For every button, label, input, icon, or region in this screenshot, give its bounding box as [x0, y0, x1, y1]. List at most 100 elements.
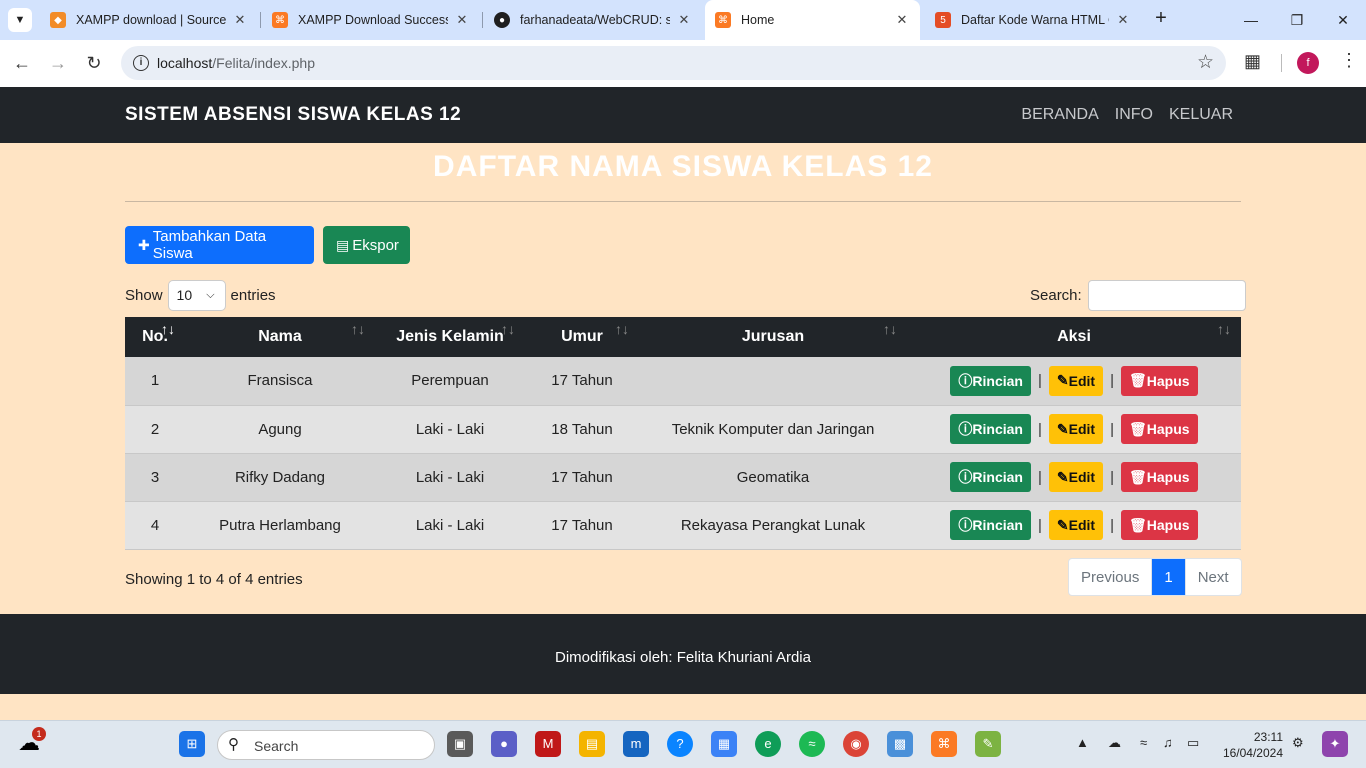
delete-button[interactable]: 🗑 Hapus: [1121, 365, 1198, 396]
delete-button[interactable]: 🗑 Hapus: [1121, 462, 1198, 492]
col-header-umur[interactable]: Umur ↑↓: [525, 317, 639, 357]
pagination-page-1[interactable]: 1: [1152, 559, 1186, 595]
info-icon[interactable]: i: [133, 55, 149, 71]
browser-tab-strip: ▼ ◆ XAMPP download | SourceF ✕ ⌘ XAMPP D…: [0, 0, 1366, 40]
reload-button[interactable]: ↻: [82, 51, 106, 75]
store-icon[interactable]: ▦: [711, 731, 737, 757]
col-header-no[interactable]: No. ↑↓: [125, 317, 185, 357]
url-text[interactable]: localhost/Felita/index.php: [157, 55, 315, 71]
nav-link-info[interactable]: INFO: [1115, 106, 1153, 124]
onedrive-icon[interactable]: ☁: [1108, 735, 1121, 751]
detail-button[interactable]: ⓘ Rincian: [950, 414, 1031, 444]
notification-bell-icon[interactable]: ⚙: [1292, 735, 1304, 751]
teams-icon[interactable]: ●: [491, 731, 517, 757]
edit-button[interactable]: ✎ Edit: [1048, 510, 1104, 540]
github-icon: ●: [494, 12, 510, 28]
close-icon[interactable]: ✕: [676, 12, 692, 28]
file-explorer-icon[interactable]: ▤: [579, 731, 605, 757]
spotify-icon[interactable]: ≈: [799, 731, 825, 757]
tab-xampp-download[interactable]: ◆ XAMPP download | SourceF ✕: [40, 6, 258, 34]
col-header-jenis-kelamin[interactable]: Jenis Kelamin ↑↓: [375, 317, 525, 357]
copilot-icon[interactable]: ✦: [1322, 731, 1348, 757]
restore-button[interactable]: ❐: [1285, 8, 1309, 32]
task-view-icon[interactable]: ▣: [447, 731, 473, 757]
sort-icon: ↑↓: [501, 321, 515, 337]
address-bar[interactable]: i localhost/Felita/index.php ☆: [121, 46, 1226, 80]
tab-home[interactable]: ⌘ Home ✕: [705, 0, 920, 40]
trash-icon: 🗑: [1129, 516, 1147, 533]
notification-badge: 1: [32, 727, 46, 741]
mcafee-icon[interactable]: M: [535, 731, 561, 757]
nav-links: BERANDA INFO KELUAR: [1021, 106, 1233, 124]
new-tab-button[interactable]: +: [1150, 8, 1172, 30]
minimize-button[interactable]: —: [1239, 8, 1263, 32]
chrome-icon[interactable]: ◉: [843, 731, 869, 757]
delete-button[interactable]: 🗑 Hapus: [1121, 414, 1198, 444]
notepad-icon[interactable]: ✎: [975, 731, 1001, 757]
table-row: 4 Putra Herlambang Laki - Laki 17 Tahun …: [125, 501, 1241, 550]
profile-avatar[interactable]: f: [1297, 52, 1319, 74]
col-header-nama[interactable]: Nama ↑↓: [185, 317, 375, 357]
extensions-icon[interactable]: ▦: [1244, 51, 1261, 72]
browser-menu-icon[interactable]: ⋮: [1340, 50, 1358, 71]
edge-icon[interactable]: e: [755, 731, 781, 757]
forward-button[interactable]: →: [46, 51, 70, 75]
help-icon[interactable]: ?: [667, 731, 693, 757]
window-close-button[interactable]: ✕: [1331, 8, 1355, 32]
info-icon: ⓘ: [958, 517, 973, 533]
detail-button[interactable]: ⓘ Rincian: [950, 462, 1031, 492]
myasus-icon[interactable]: m: [623, 731, 649, 757]
pencil-icon: ✎: [1056, 420, 1069, 437]
page-title: DAFTAR NAMA SISWA KELAS 12: [433, 150, 933, 183]
control-panel-icon[interactable]: ▩: [887, 731, 913, 757]
export-button[interactable]: ▤ Ekspor: [323, 226, 410, 264]
browser-toolbar: ← → ↻ i localhost/Felita/index.php ☆: [0, 40, 1366, 87]
table-search: Search:: [1030, 280, 1246, 311]
close-icon[interactable]: ✕: [1115, 12, 1131, 28]
close-icon[interactable]: ✕: [454, 12, 470, 28]
toolbar-divider: [1281, 54, 1282, 72]
search-icon: ⚲: [228, 736, 239, 753]
back-button[interactable]: ←: [10, 51, 34, 75]
edit-button[interactable]: ✎ Edit: [1048, 414, 1104, 444]
col-header-aksi[interactable]: Aksi ↑↓: [907, 317, 1241, 357]
volume-icon[interactable]: ♫: [1163, 735, 1173, 750]
delete-button[interactable]: 🗑 Hapus: [1121, 510, 1198, 540]
table-row: 1 Fransisca Perempuan 17 Tahun ⓘ Rincian …: [125, 357, 1241, 406]
detail-button[interactable]: ⓘ Rincian: [950, 365, 1031, 396]
add-student-button[interactable]: ✚ Tambahkan Data Siswa: [125, 226, 314, 264]
wifi-icon[interactable]: ≈: [1140, 735, 1147, 750]
close-icon[interactable]: ✕: [232, 12, 248, 28]
chevron-down-icon: ⌵: [206, 289, 215, 301]
taskbar: ☁ 1 ⊞ ⚲ Search ▣ ● M ▤ m ? ▦ e ≈ ◉ ▩ ⌘ ✎…: [0, 720, 1366, 768]
nav-link-keluar[interactable]: KELUAR: [1169, 106, 1233, 124]
tab-kode-warna[interactable]: 5 Daftar Kode Warna HTML C ✕: [925, 6, 1141, 34]
battery-icon[interactable]: ▭: [1187, 735, 1199, 751]
edit-button[interactable]: ✎ Edit: [1048, 462, 1104, 492]
pagination-next[interactable]: Next: [1186, 559, 1241, 595]
site-footer: Dimodifikasi oleh: Felita Khuriani Ardia: [0, 614, 1366, 694]
nav-link-beranda[interactable]: BERANDA: [1021, 106, 1098, 124]
search-input[interactable]: [1087, 280, 1246, 311]
bookmark-star-icon[interactable]: ☆: [1197, 51, 1214, 74]
start-button[interactable]: ⊞: [179, 731, 205, 757]
taskbar-clock[interactable]: 23:11 16/04/2024: [1221, 729, 1283, 761]
sort-icon: ↑↓: [351, 321, 365, 337]
detail-button[interactable]: ⓘ Rincian: [950, 510, 1031, 540]
tab-xampp-success[interactable]: ⌘ XAMPP Download Success ✕: [262, 6, 480, 34]
xampp-icon[interactable]: ⌘: [931, 731, 957, 757]
entries-length-control: Show 10 ⌵ entries: [125, 280, 276, 311]
site-brand[interactable]: SISTEM ABSENSI SISWA KELAS 12: [125, 104, 461, 126]
tab-github[interactable]: ● farhanadeata/WebCRUD: sil ✕: [484, 6, 702, 34]
close-icon[interactable]: ✕: [894, 12, 910, 28]
chevron-up-icon[interactable]: ▲: [1076, 735, 1089, 750]
col-header-jurusan[interactable]: Jurusan ↑↓: [639, 317, 907, 357]
entries-select[interactable]: 10 ⌵: [167, 280, 226, 311]
pencil-icon: ✎: [1056, 468, 1069, 485]
sort-icon: ↑↓: [1217, 321, 1231, 337]
tab-search-button[interactable]: ▼: [8, 8, 32, 32]
edit-button[interactable]: ✎ Edit: [1048, 365, 1104, 396]
xampp-icon: ◆: [50, 12, 66, 28]
pagination-previous[interactable]: Previous: [1069, 559, 1153, 595]
taskbar-search[interactable]: ⚲ Search: [217, 730, 435, 760]
